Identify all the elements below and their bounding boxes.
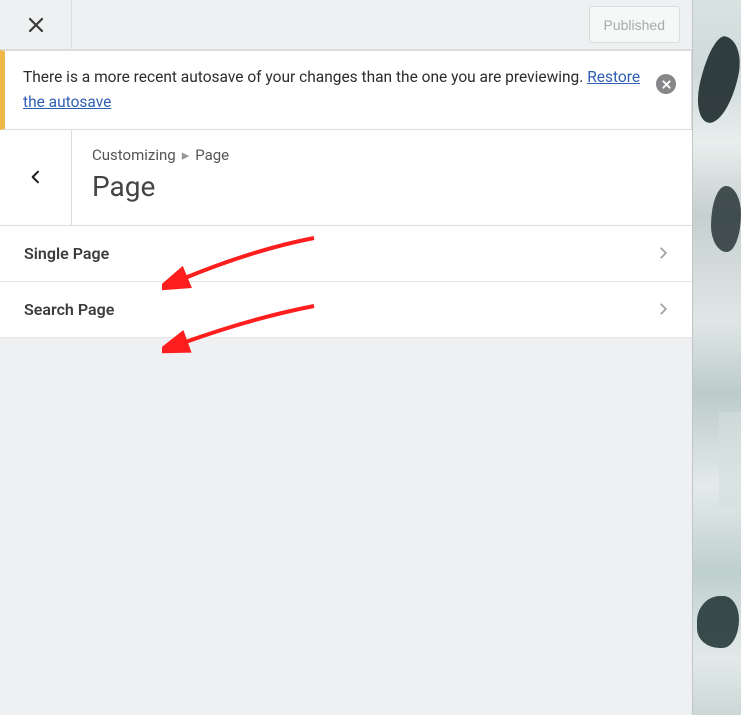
dismiss-notice-button[interactable] (655, 73, 677, 95)
close-icon (27, 16, 45, 34)
published-button[interactable]: Published (589, 6, 681, 43)
row-single-page[interactable]: Single Page (0, 226, 692, 282)
chevron-left-icon (28, 169, 44, 185)
chevron-right-icon (656, 246, 670, 260)
back-button[interactable] (0, 130, 72, 225)
preview-decoration-icon (711, 186, 741, 252)
preview-decoration-icon (697, 596, 739, 648)
row-label: Search Page (24, 300, 114, 319)
row-label: Single Page (24, 244, 109, 263)
breadcrumb-current: Page (195, 146, 229, 164)
notice-text: There is a more recent autosave of your … (23, 65, 641, 115)
preview-pane (692, 0, 741, 715)
customizer-panel: Published There is a more recent autosav… (0, 0, 692, 715)
topbar: Published (0, 0, 692, 50)
breadcrumb: Customizing ▸ Page (92, 146, 672, 164)
page-title: Page (92, 170, 672, 203)
topbar-spacer (72, 0, 577, 49)
preview-decoration-icon (692, 33, 741, 127)
breadcrumb-separator-icon: ▸ (182, 146, 190, 164)
breadcrumb-root: Customizing (92, 146, 176, 164)
autosave-notice: There is a more recent autosave of your … (0, 50, 692, 130)
section-header: Customizing ▸ Page Page (0, 130, 692, 226)
preview-decoration-icon (719, 412, 741, 508)
section-head-content: Customizing ▸ Page Page (72, 130, 692, 225)
chevron-right-icon (656, 302, 670, 316)
notice-message: There is a more recent autosave of your … (23, 68, 587, 86)
close-button[interactable] (0, 0, 72, 49)
dismiss-icon (656, 74, 676, 94)
row-search-page[interactable]: Search Page (0, 282, 692, 338)
